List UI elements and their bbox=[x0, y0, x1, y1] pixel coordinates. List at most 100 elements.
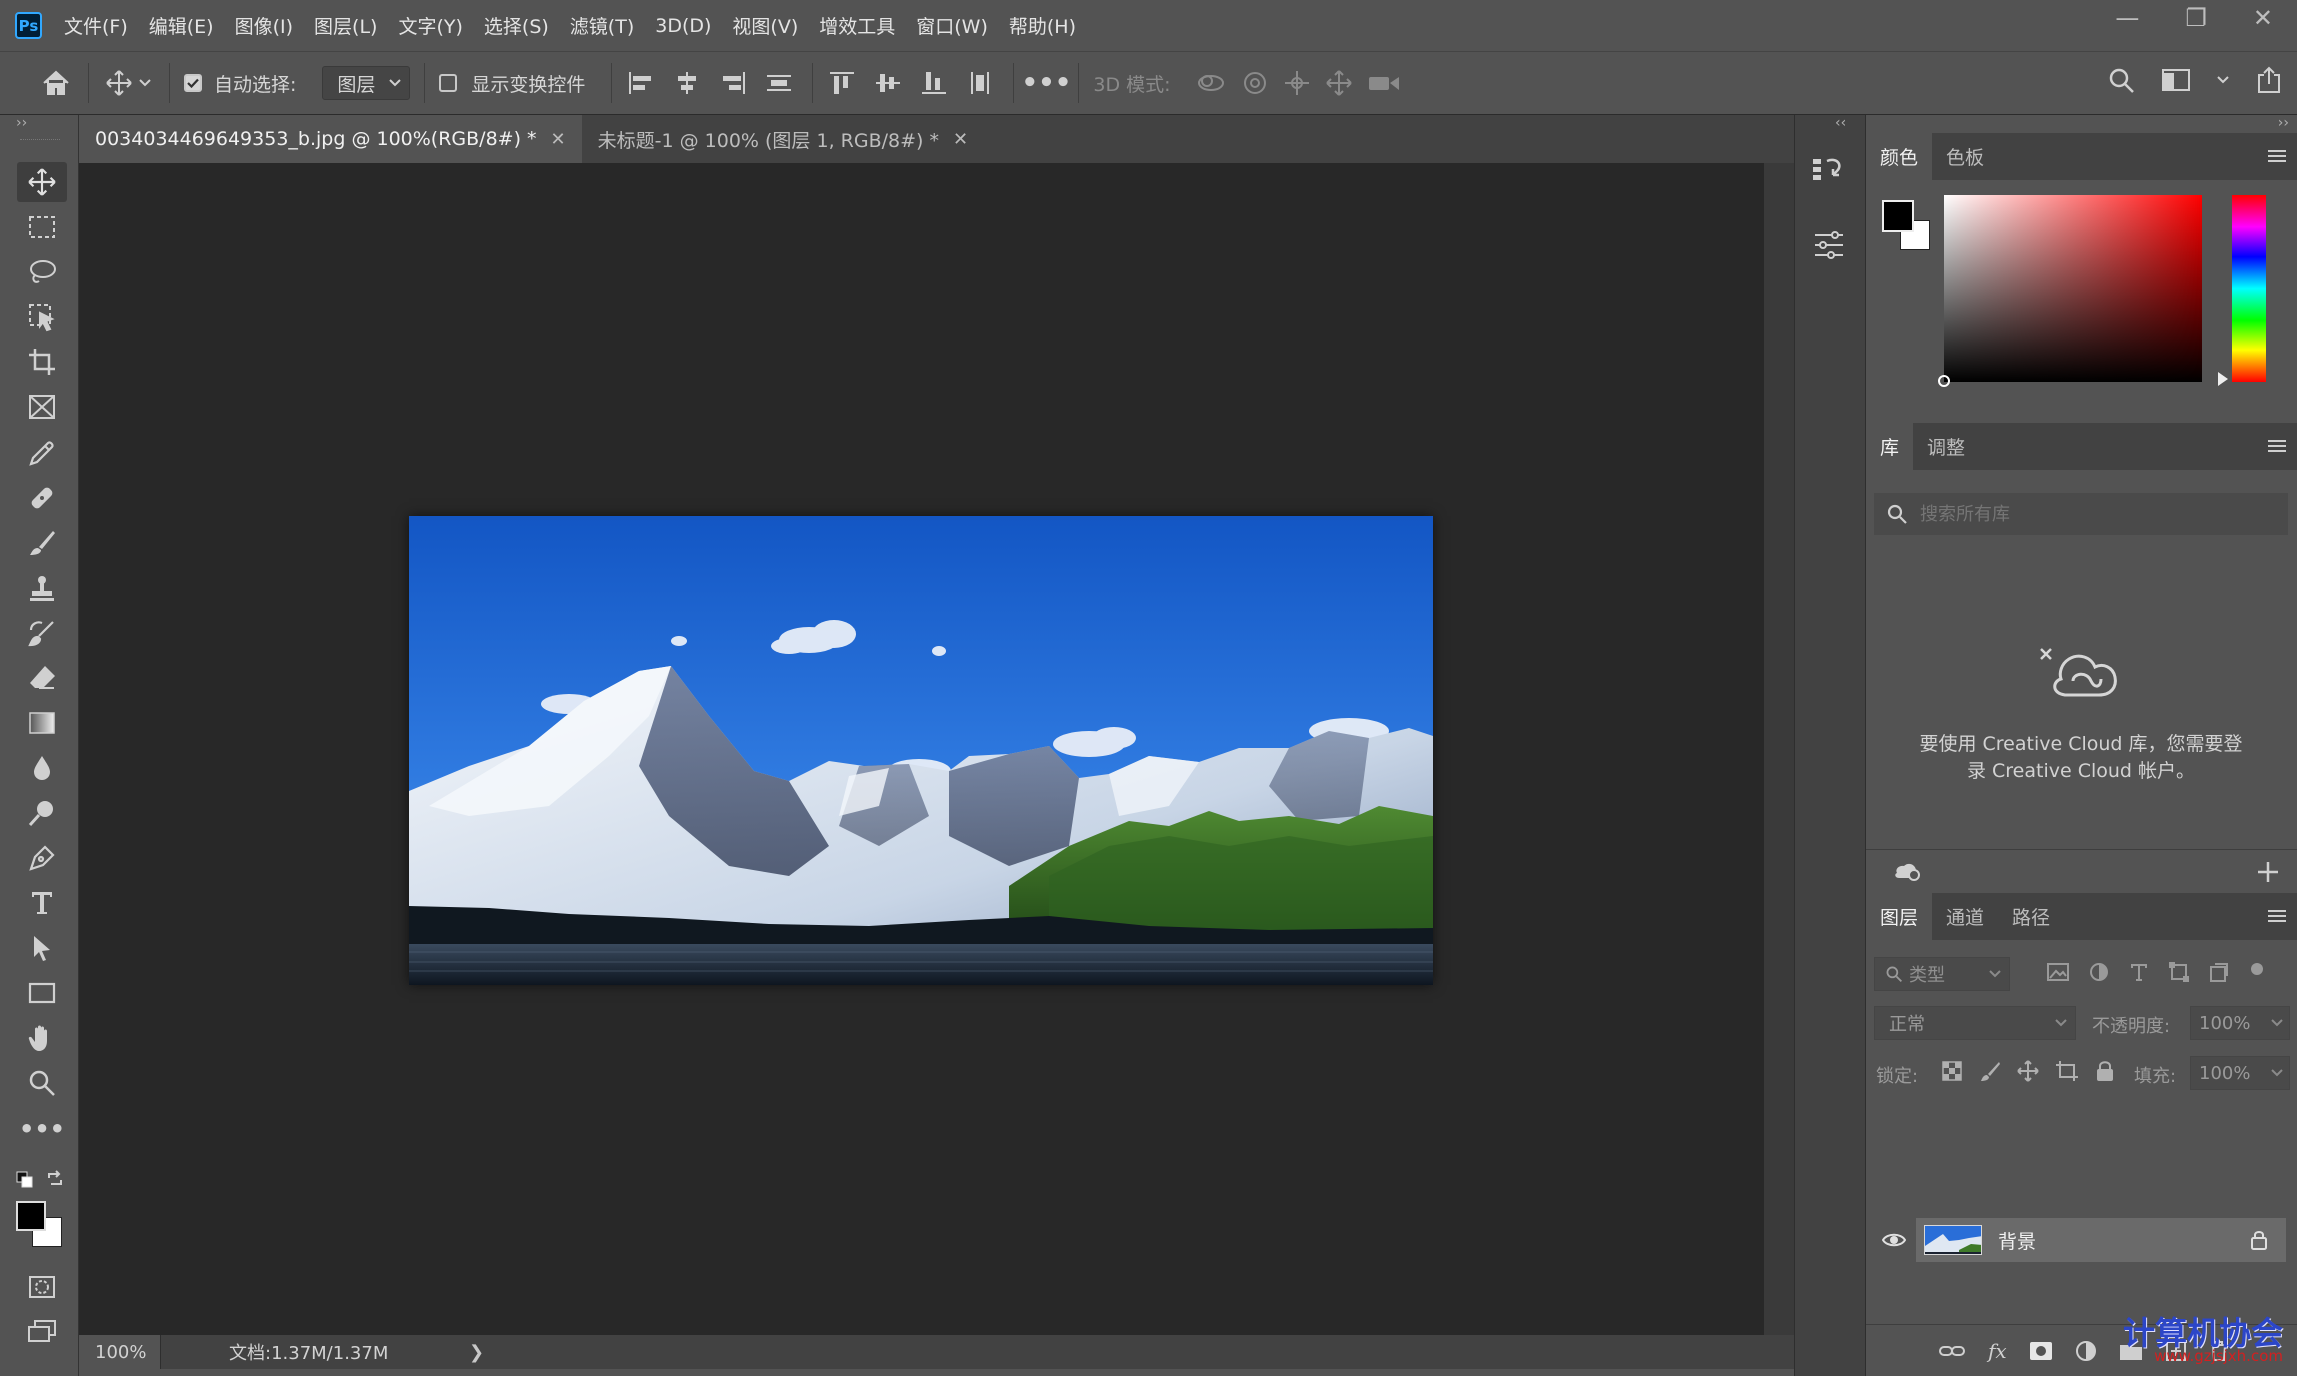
lock-icon[interactable] bbox=[2250, 1230, 2268, 1250]
fx-icon[interactable]: fx bbox=[1988, 1339, 2007, 1363]
zoom-level-field[interactable]: 100% bbox=[79, 1335, 161, 1369]
align-right-icon[interactable] bbox=[718, 70, 748, 96]
3d-roll-icon[interactable] bbox=[1241, 69, 1269, 97]
lasso-tool[interactable] bbox=[17, 252, 67, 292]
photoshop-logo[interactable]: Ps bbox=[15, 12, 42, 39]
move-tool[interactable] bbox=[17, 162, 67, 202]
adjustment-layer-icon[interactable] bbox=[2075, 1340, 2097, 1362]
crop-tool[interactable] bbox=[17, 342, 67, 382]
more-options-icon[interactable]: ••• bbox=[1022, 68, 1072, 98]
library-search[interactable] bbox=[1874, 493, 2288, 535]
menu-file[interactable]: 文件(F) bbox=[64, 12, 128, 39]
menu-view[interactable]: 视图(V) bbox=[732, 12, 798, 39]
align-top-icon[interactable] bbox=[827, 70, 857, 96]
cloud-sync-icon[interactable] bbox=[1892, 860, 1922, 882]
color-field[interactable] bbox=[1938, 195, 2202, 387]
chevron-down-icon[interactable] bbox=[135, 79, 155, 87]
align-bottom-icon[interactable] bbox=[919, 70, 949, 96]
hue-slider[interactable] bbox=[2232, 195, 2266, 382]
layer-filter-dropdown[interactable]: 类型 bbox=[1874, 957, 2010, 991]
tab-document-2[interactable]: 未标题-1 @ 100% (图层 1, RGB/8#) * ✕ bbox=[582, 115, 984, 163]
eraser-tool[interactable] bbox=[17, 658, 67, 698]
add-mask-icon[interactable] bbox=[2029, 1341, 2053, 1361]
edit-toolbar-icon[interactable]: ••• bbox=[17, 1109, 67, 1149]
gradient-tool[interactable] bbox=[17, 703, 67, 743]
toolbar-grip[interactable] bbox=[20, 139, 60, 142]
blur-tool[interactable] bbox=[17, 748, 67, 788]
home-icon[interactable] bbox=[38, 69, 74, 97]
menu-plugins[interactable]: 增效工具 bbox=[819, 12, 895, 39]
move-tool-icon[interactable] bbox=[103, 69, 135, 97]
foreground-color-swatch[interactable] bbox=[16, 1201, 46, 1231]
close-icon[interactable]: ✕ bbox=[953, 129, 968, 150]
path-selection-tool[interactable] bbox=[17, 928, 67, 968]
vertical-scrollbar[interactable] bbox=[1764, 163, 1794, 1335]
fill-field[interactable]: 100% bbox=[2190, 1056, 2290, 1090]
document-image[interactable] bbox=[409, 516, 1433, 985]
align-vcenter-icon[interactable] bbox=[873, 70, 903, 96]
expand-panels-icon[interactable]: ›› bbox=[2278, 115, 2289, 131]
tab-paths[interactable]: 路径 bbox=[1998, 893, 2064, 940]
dodge-tool[interactable] bbox=[17, 793, 67, 833]
default-colors-icon[interactable] bbox=[16, 1171, 36, 1189]
chevron-down-icon[interactable] bbox=[2217, 76, 2229, 84]
swap-colors-icon[interactable] bbox=[46, 1170, 64, 1188]
layer-row-background[interactable]: 背景 bbox=[1872, 1218, 2286, 1262]
lock-position-icon[interactable] bbox=[2017, 1060, 2039, 1082]
menu-select[interactable]: 选择(S) bbox=[484, 12, 549, 39]
shape-filter-icon[interactable] bbox=[2168, 961, 2190, 983]
auto-select-checkbox[interactable] bbox=[184, 74, 202, 92]
distribute-v-icon[interactable] bbox=[965, 70, 995, 96]
collapse-panels-icon[interactable]: ‹‹ bbox=[1835, 115, 1846, 131]
link-layers-icon[interactable] bbox=[1938, 1342, 1966, 1360]
minimize-button[interactable]: — bbox=[2115, 4, 2139, 32]
workspace-icon[interactable] bbox=[2161, 66, 2191, 94]
menu-filter[interactable]: 滤镜(T) bbox=[570, 12, 634, 39]
menu-layer[interactable]: 图层(L) bbox=[314, 12, 377, 39]
close-window-button[interactable]: ✕ bbox=[2253, 4, 2273, 32]
panel-menu-icon[interactable] bbox=[2266, 147, 2288, 165]
align-left-icon[interactable] bbox=[626, 70, 656, 96]
blend-mode-dropdown[interactable]: 正常 bbox=[1874, 1006, 2076, 1040]
pen-tool[interactable] bbox=[17, 838, 67, 878]
panel-menu-icon[interactable] bbox=[2266, 437, 2288, 455]
tab-adjustments[interactable]: 调整 bbox=[1913, 423, 1979, 470]
3d-pan-icon[interactable] bbox=[1283, 69, 1311, 97]
restore-button[interactable]: ❐ bbox=[2185, 4, 2207, 32]
menu-help[interactable]: 帮助(H) bbox=[1009, 12, 1076, 39]
tab-layers[interactable]: 图层 bbox=[1866, 893, 1933, 940]
add-icon[interactable] bbox=[2256, 860, 2280, 884]
type-filter-icon[interactable] bbox=[2128, 961, 2150, 983]
search-icon[interactable] bbox=[2107, 66, 2135, 94]
lock-pixels-icon[interactable] bbox=[1979, 1060, 2001, 1082]
status-menu-arrow[interactable]: ❯ bbox=[469, 1342, 484, 1363]
menu-image[interactable]: 图像(I) bbox=[235, 12, 293, 39]
properties-panel-icon[interactable] bbox=[1809, 227, 1849, 263]
tab-libraries[interactable]: 库 bbox=[1866, 423, 1914, 470]
distribute-icon[interactable] bbox=[764, 70, 794, 96]
menu-3d[interactable]: 3D(D) bbox=[655, 15, 711, 37]
tab-color[interactable]: 颜色 bbox=[1866, 133, 1933, 180]
type-tool[interactable] bbox=[17, 883, 67, 923]
align-hcenter-icon[interactable] bbox=[672, 70, 702, 96]
pixel-filter-icon[interactable] bbox=[2046, 961, 2070, 983]
lock-artboard-icon[interactable] bbox=[2055, 1060, 2079, 1082]
collapse-toolbar-icon[interactable]: ›› bbox=[16, 115, 27, 131]
3d-camera-icon[interactable] bbox=[1367, 69, 1401, 97]
color-picker-cursor[interactable] bbox=[1938, 375, 1950, 387]
quick-mask-tool[interactable] bbox=[17, 1267, 67, 1307]
adjustment-filter-icon[interactable] bbox=[2088, 961, 2110, 983]
filter-toggle-icon[interactable] bbox=[2248, 961, 2266, 983]
menu-window[interactable]: 窗口(W) bbox=[916, 12, 988, 39]
healing-brush-tool[interactable] bbox=[17, 478, 67, 518]
close-icon[interactable]: ✕ bbox=[551, 129, 566, 150]
eyedropper-tool[interactable] bbox=[17, 433, 67, 473]
menu-edit[interactable]: 编辑(E) bbox=[149, 12, 214, 39]
smart-object-filter-icon[interactable] bbox=[2208, 961, 2230, 983]
zoom-tool[interactable] bbox=[17, 1063, 67, 1103]
auto-select-dropdown[interactable]: 图层 bbox=[322, 66, 411, 100]
hand-tool[interactable] bbox=[17, 1018, 67, 1058]
tab-swatches[interactable]: 色板 bbox=[1932, 133, 1998, 180]
share-icon[interactable] bbox=[2255, 65, 2283, 95]
library-search-input[interactable] bbox=[1920, 503, 2260, 525]
